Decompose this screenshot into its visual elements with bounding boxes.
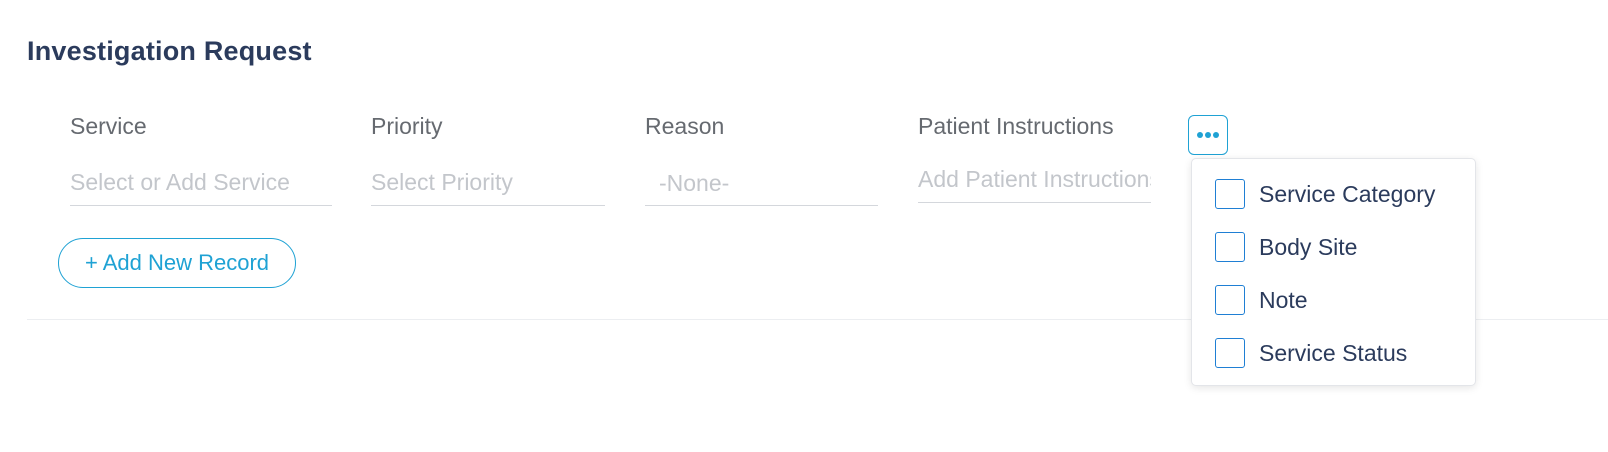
dropdown-item-label: Service Status [1259, 339, 1408, 366]
more-horizontal-icon [1197, 132, 1219, 138]
dropdown-item-service-category[interactable]: Service Category [1215, 178, 1435, 210]
body-site-checkbox[interactable] [1215, 232, 1245, 262]
column-options-dropdown: Service Category Body Site Note Service … [1191, 158, 1476, 386]
patient-instructions-field [918, 157, 1151, 203]
more-options-button[interactable] [1188, 115, 1228, 155]
section-title: Investigation Request [27, 36, 312, 66]
reason-select[interactable]: -None- [645, 160, 878, 204]
patient-instructions-column-label: Patient Instructions [918, 113, 1114, 139]
dropdown-item-label: Note [1259, 286, 1308, 313]
reason-field: -None- [645, 160, 878, 206]
investigation-request-page: Investigation Request Service Priority R… [0, 0, 1608, 452]
priority-column-label: Priority [371, 113, 443, 139]
priority-field [371, 160, 605, 206]
priority-select[interactable] [371, 160, 605, 204]
service-field [70, 160, 332, 206]
note-checkbox[interactable] [1215, 285, 1245, 315]
service-status-checkbox[interactable] [1215, 338, 1245, 368]
service-input[interactable] [70, 160, 332, 204]
add-new-record-button[interactable]: + Add New Record [58, 238, 296, 288]
dropdown-item-note[interactable]: Note [1215, 284, 1308, 316]
service-category-checkbox[interactable] [1215, 179, 1245, 209]
dropdown-item-label: Service Category [1259, 180, 1436, 207]
patient-instructions-input[interactable] [918, 157, 1151, 201]
dropdown-item-service-status[interactable]: Service Status [1215, 337, 1407, 369]
service-column-label: Service [70, 113, 147, 139]
reason-column-label: Reason [645, 113, 725, 139]
dropdown-item-body-site[interactable]: Body Site [1215, 231, 1357, 263]
dropdown-item-label: Body Site [1259, 233, 1358, 260]
